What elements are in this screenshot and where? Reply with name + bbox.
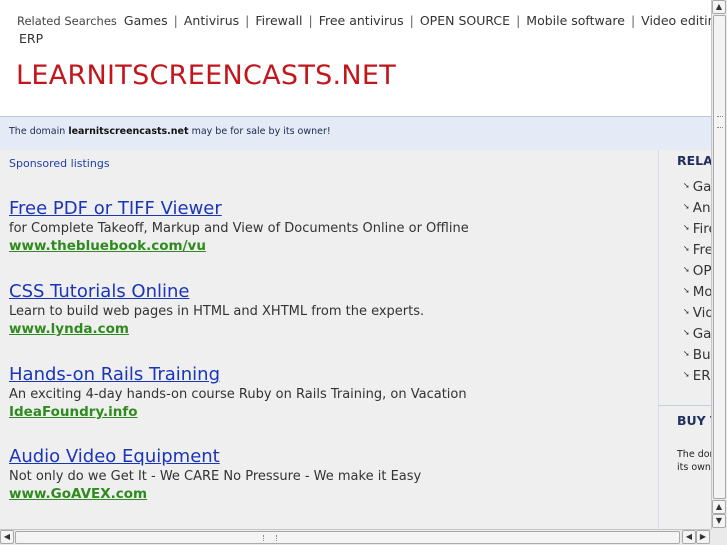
sidebar-related-link[interactable]: ➘Mol bbox=[683, 284, 711, 300]
ad-title-link[interactable]: Hands-on Rails Training bbox=[9, 364, 649, 386]
ad-listing: Audio Video Equipment Not only do we Get… bbox=[9, 446, 649, 503]
domain-sale-banner: The domain learnitscreencasts.net may be… bbox=[0, 116, 711, 150]
sidebar-link-label: Gar bbox=[692, 179, 711, 195]
sidebar-related-link[interactable]: ➘ Vid bbox=[683, 305, 711, 321]
page-viewport: Related Searches Games | Antivirus | Firewal… bbox=[0, 0, 711, 529]
horizontal-scroll-thumb[interactable] bbox=[15, 531, 680, 544]
ad-description: Not only do we Get It - We CARE No Press… bbox=[9, 469, 422, 484]
sale-prefix: The domain bbox=[9, 126, 66, 137]
scroll-down-arrow-icon[interactable]: ▼ bbox=[712, 514, 726, 528]
related-link-open-source[interactable]: OPEN SOURCE bbox=[420, 13, 510, 28]
ad-url-link[interactable]: IdeaFoundry.info bbox=[9, 403, 649, 421]
right-sidebar: RELAT ➘Gar ➘Ant ➘Fire ➘Fre ➘OP ➘Mol ➘Vid… bbox=[658, 150, 711, 529]
separator: | bbox=[409, 13, 414, 28]
ad-listing: Free PDF or TIFF Viewer for Complete Tak… bbox=[9, 198, 649, 255]
sponsored-listings-heading[interactable]: Sponsored listings bbox=[9, 157, 110, 170]
separator: | bbox=[630, 13, 636, 28]
arrow-bullet-icon: ➘ bbox=[683, 244, 690, 253]
related-searches-label: Related Searches bbox=[17, 14, 117, 28]
separator: | bbox=[516, 13, 521, 28]
arrow-bullet-icon: ➘ bbox=[683, 286, 690, 295]
sidebar-related-link[interactable]: ➘Bus bbox=[683, 347, 711, 363]
sale-suffix: may be for sale by its owner! bbox=[191, 126, 331, 137]
horizontal-scrollbar[interactable]: ◀ ◀ ▶ bbox=[0, 529, 711, 545]
vertical-scroll-thumb[interactable] bbox=[713, 15, 726, 499]
scroll-up-arrow-icon[interactable]: ▲ bbox=[712, 500, 726, 514]
related-link-mobile-software[interactable]: Mobile software bbox=[526, 13, 625, 28]
ad-description: Learn to build web pages in HTML and XHT… bbox=[9, 304, 425, 319]
sidebar-link-label: Fre bbox=[692, 242, 711, 258]
ad-url-link[interactable]: www.lynda.com bbox=[9, 320, 649, 338]
ad-url-link[interactable]: www.thebluebook.com/vu bbox=[9, 237, 649, 255]
sidebar-related-heading: RELAT bbox=[677, 153, 711, 168]
sale-domain: learnitscreencasts.net bbox=[68, 126, 189, 137]
sidebar-buy-text: The don its owne bbox=[677, 448, 711, 474]
sidebar-related-link[interactable]: ➘Fire bbox=[683, 221, 711, 237]
grip-icon bbox=[717, 116, 723, 128]
site-title: LEARNITSCREENCASTS.NET bbox=[16, 60, 397, 91]
sidebar-link-label: Vid bbox=[692, 305, 711, 321]
sidebar-link-label: Ant bbox=[692, 200, 711, 216]
scroll-left-arrow-icon[interactable]: ◀ bbox=[682, 530, 696, 544]
arrow-bullet-icon: ➘ bbox=[683, 265, 690, 274]
ad-description: An exciting 4-day hands-on course Ruby o… bbox=[9, 387, 467, 402]
sidebar-related-link[interactable]: ➘ OP bbox=[683, 263, 711, 279]
scroll-right-arrow-icon[interactable]: ▶ bbox=[696, 530, 710, 544]
sidebar-buy-heading: BUY T bbox=[677, 413, 711, 428]
related-link-antivirus[interactable]: Antivirus bbox=[184, 13, 239, 28]
sponsored-listings: Sponsored listings Free PDF or TIFF View… bbox=[0, 150, 658, 529]
arrow-bullet-icon: ➘ bbox=[683, 202, 690, 211]
related-link-free-antivirus[interactable]: Free antivirus bbox=[319, 13, 404, 28]
separator: | bbox=[173, 13, 178, 28]
sidebar-link-label: OP bbox=[692, 263, 711, 279]
arrow-bullet-icon: ➘ bbox=[683, 370, 690, 379]
ad-listing: CSS Tutorials Online Learn to build web … bbox=[9, 281, 649, 338]
related-searches-bar: Related Searches Games | Antivirus | Firewal… bbox=[17, 12, 711, 30]
ad-title-link[interactable]: Free PDF or TIFF Viewer bbox=[9, 198, 649, 220]
ad-listing: Hands-on Rails Training An exciting 4-da… bbox=[9, 364, 649, 421]
scrollbar-corner bbox=[711, 529, 727, 545]
sidebar-related-link[interactable]: ➘ Fre bbox=[683, 242, 711, 258]
arrow-bullet-icon: ➘ bbox=[683, 349, 690, 358]
ad-url-link[interactable]: www.GoAVEX.com bbox=[9, 485, 649, 503]
arrow-bullet-icon: ➘ bbox=[683, 328, 690, 337]
buy-text-line: its owne bbox=[677, 462, 711, 473]
grip-icon bbox=[263, 535, 277, 541]
related-link-firewall[interactable]: Firewall bbox=[255, 13, 302, 28]
sidebar-related-link[interactable]: ➘Ant bbox=[683, 200, 711, 216]
ad-title-link[interactable]: CSS Tutorials Online bbox=[9, 281, 649, 303]
scroll-up-arrow-icon[interactable]: ▲ bbox=[712, 0, 726, 14]
sidebar-related-link[interactable]: ➘Gar bbox=[683, 179, 711, 195]
sidebar-related-link[interactable]: ➘ ER bbox=[683, 368, 711, 384]
sidebar-link-label: Fire bbox=[692, 221, 711, 237]
sidebar-divider bbox=[659, 405, 711, 406]
arrow-bullet-icon: ➘ bbox=[683, 223, 690, 232]
sidebar-link-label: Mol bbox=[692, 284, 711, 300]
sidebar-link-label: Gar bbox=[692, 326, 711, 342]
related-link-erp[interactable]: ERP bbox=[19, 30, 43, 47]
sidebar-link-label: Bus bbox=[692, 347, 711, 363]
sidebar-link-label: ER bbox=[692, 368, 711, 384]
related-link-games[interactable]: Games bbox=[124, 13, 168, 28]
related-link-video-editing-software[interactable]: Video editing software bbox=[641, 13, 711, 28]
arrow-bullet-icon: ➘ bbox=[683, 307, 690, 316]
separator: | bbox=[308, 13, 313, 28]
scroll-left-arrow-icon[interactable]: ◀ bbox=[0, 530, 14, 544]
sidebar-related-link[interactable]: ➘Gar bbox=[683, 326, 711, 342]
buy-text-line: The don bbox=[677, 449, 711, 460]
arrow-bullet-icon: ➘ bbox=[683, 181, 690, 190]
separator: | bbox=[245, 13, 250, 28]
vertical-scrollbar[interactable]: ▲ ▲ ▼ bbox=[711, 0, 727, 529]
ad-title-link[interactable]: Audio Video Equipment bbox=[9, 446, 649, 468]
domain-sale-text: The domain learnitscreencasts.net may be… bbox=[9, 126, 331, 137]
header: Related Searches Games | Antivirus | Firewal… bbox=[0, 0, 711, 116]
ad-description: for Complete Takeoff, Markup and View of… bbox=[9, 221, 469, 236]
